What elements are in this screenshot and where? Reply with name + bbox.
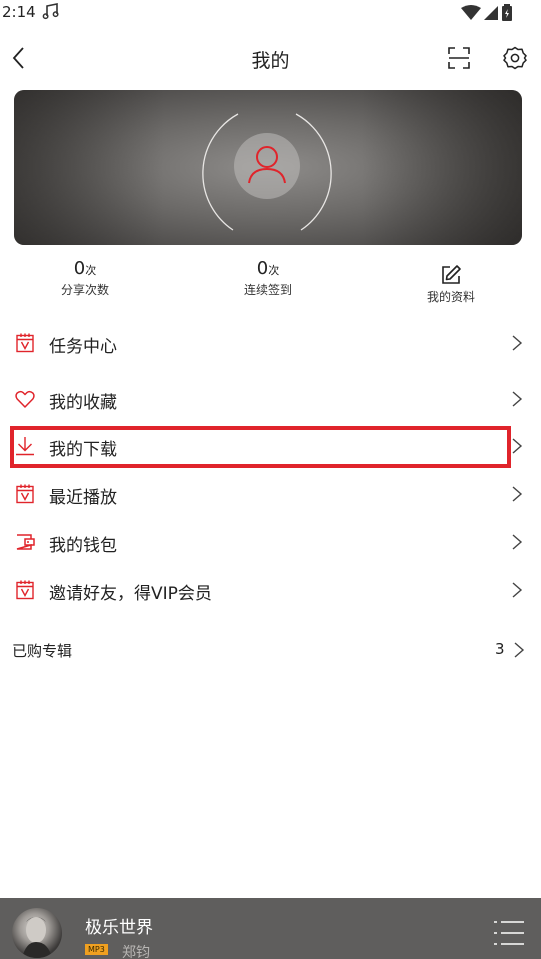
- chevron-right-icon: [512, 438, 523, 454]
- menu-label: 我的收藏: [49, 393, 117, 413]
- music-note-icon: [42, 3, 59, 20]
- chevron-right-icon: [512, 534, 523, 550]
- title-bar: 我的: [0, 36, 541, 80]
- checkin-unit: 次: [268, 264, 280, 277]
- album-art-image: [22, 917, 52, 958]
- share-count-stat[interactable]: 0次 分享次数: [25, 258, 145, 298]
- menu-item-invite-friends[interactable]: 邀请好友，得VIP会员: [0, 567, 541, 613]
- user-icon: [248, 146, 286, 184]
- avatar[interactable]: [234, 133, 300, 199]
- menu-label: 最近播放: [49, 488, 117, 508]
- menu-label: 我的钱包: [49, 536, 117, 556]
- wallet-icon: [16, 534, 35, 550]
- share-count-unit: 次: [85, 264, 97, 277]
- checkin-stat[interactable]: 0次 连续签到: [208, 258, 328, 298]
- menu-label: 任务中心: [49, 337, 117, 357]
- share-count-value: 0: [73, 258, 86, 279]
- menu-item-task-center[interactable]: 任务中心: [0, 320, 541, 366]
- purchased-albums-label: 已购专辑: [12, 642, 73, 660]
- stats-row: 0次 分享次数 0次 连续签到 我的资料: [0, 258, 541, 308]
- calendar-v-icon: [16, 484, 34, 504]
- scan-icon[interactable]: [447, 46, 471, 70]
- checkin-value: 0: [256, 258, 269, 279]
- heart-icon: [15, 390, 35, 408]
- chevron-right-icon: [512, 582, 523, 598]
- status-bar: 2:14: [0, 0, 541, 26]
- chevron-right-icon: [512, 391, 523, 407]
- status-time: 2:14: [2, 3, 36, 21]
- wifi-icon: [461, 4, 481, 20]
- chevron-right-icon: [514, 642, 525, 658]
- signal-icon: [484, 5, 498, 20]
- edit-icon: [442, 265, 461, 284]
- battery-icon: [502, 4, 512, 21]
- purchased-albums-row[interactable]: 已购专辑 3: [0, 636, 541, 664]
- menu-item-recent-plays[interactable]: 最近播放: [0, 471, 541, 517]
- my-profile-label: 我的资料: [426, 290, 475, 304]
- checkin-label: 连续签到: [243, 283, 292, 297]
- song-artist: 郑钧: [122, 945, 150, 959]
- menu-label: 邀请好友，得VIP会员: [49, 584, 212, 604]
- gear-icon[interactable]: [502, 45, 528, 71]
- mp3-badge: MP3: [85, 944, 108, 955]
- chevron-right-icon: [512, 486, 523, 502]
- song-title: 极乐世界: [85, 918, 153, 938]
- menu-item-favorites[interactable]: 我的收藏: [0, 376, 541, 422]
- highlight-box: [10, 426, 511, 468]
- menu-item-wallet[interactable]: 我的钱包: [0, 519, 541, 565]
- album-art[interactable]: [12, 908, 62, 958]
- share-count-label: 分享次数: [60, 283, 109, 297]
- purchased-albums-count: 3: [495, 640, 505, 658]
- chevron-right-icon: [512, 335, 523, 351]
- profile-banner: [14, 90, 522, 245]
- status-icons: [461, 4, 513, 21]
- mini-player[interactable]: 极乐世界 MP3 郑钧: [0, 898, 541, 959]
- my-profile-stat[interactable]: 我的资料: [391, 258, 511, 305]
- playlist-icon[interactable]: [493, 920, 525, 946]
- calendar-v-icon: [16, 333, 34, 353]
- calendar-v-icon: [16, 580, 34, 600]
